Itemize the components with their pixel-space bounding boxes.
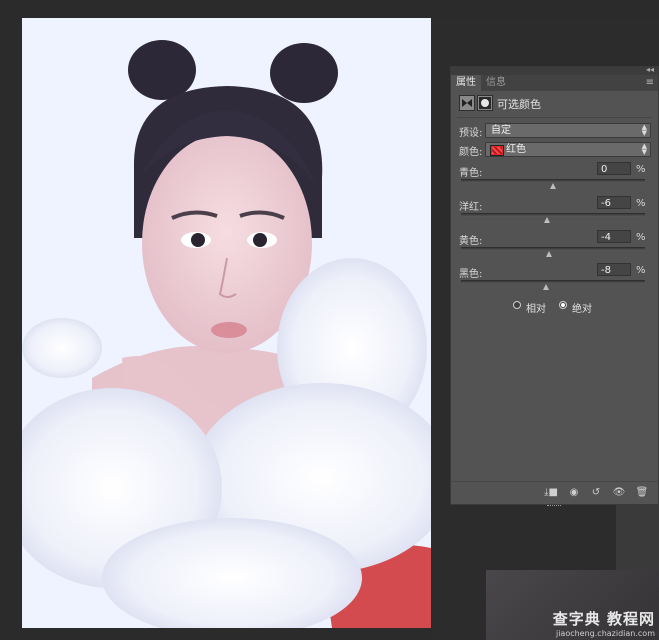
colors-dropdown[interactable]: 红色 ▲ ▼ [485, 142, 651, 157]
photo-image [22, 18, 431, 628]
colors-label: 颜色: [459, 147, 483, 158]
percent-sign: % [636, 232, 646, 243]
cyan-slider-thumb[interactable] [550, 183, 556, 189]
trash-icon[interactable]: 🗑 [635, 487, 649, 498]
magenta-slider-thumb[interactable] [544, 217, 551, 223]
black-value-field[interactable]: -8 [597, 263, 631, 276]
panel-menu-icon[interactable]: ≡ [646, 76, 654, 90]
visibility-eye-icon[interactable]: 👁 [611, 487, 627, 498]
slider-label: 黑色: [459, 269, 483, 280]
properties-panel: ◂◂ 属性 信息 ≡ 可选颜色 预设: 自定 ▲ ▼ 颜色: 红色 ▲ ▼ 青色: … [450, 65, 659, 506]
adjustment-layer-icon[interactable] [459, 95, 475, 111]
preset-value: 自定 [491, 125, 511, 136]
colors-value: 红色 [506, 144, 526, 155]
dropdown-arrows-icon: ▲ ▼ [641, 142, 647, 156]
panel-bottom-bar: ⤓■ ◉ ↺ 👁 🗑 [451, 481, 658, 504]
divider [457, 117, 652, 118]
magenta-slider-track[interactable] [461, 213, 645, 217]
layer-mask-icon[interactable] [477, 95, 493, 111]
black-slider-thumb[interactable] [542, 284, 549, 290]
panel-title-strip[interactable]: ◂◂ [451, 65, 658, 75]
yellow-value-field[interactable]: -4 [597, 230, 631, 243]
relative-radio[interactable] [513, 301, 521, 309]
cyan-value-field[interactable]: 0 [597, 162, 631, 175]
yellow-slider-thumb[interactable] [546, 251, 553, 257]
watermark-title: 查字典 教程网 [552, 610, 655, 628]
percent-sign: % [636, 265, 646, 276]
tab-properties[interactable]: 属性 [451, 75, 481, 91]
yellow-slider-track[interactable] [461, 247, 645, 251]
preset-label: 预设: [459, 128, 483, 139]
view-previous-state-icon[interactable]: ◉ [566, 487, 582, 498]
percent-sign: % [636, 198, 646, 209]
slider-label: 青色: [459, 168, 483, 179]
absolute-radio[interactable] [559, 301, 567, 309]
relative-label: 相对 [526, 304, 546, 315]
document-canvas[interactable] [22, 18, 431, 628]
absolute-label: 绝对 [572, 304, 592, 315]
panel-resize-grip[interactable] [547, 505, 561, 509]
red-swatch-icon [490, 145, 504, 156]
preset-dropdown[interactable]: 自定 ▲ ▼ [485, 123, 651, 138]
slider-label: 黄色: [459, 236, 483, 247]
tab-info[interactable]: 信息 [481, 75, 511, 91]
watermark: 查字典 教程网 jiaocheng.chazidian.com [553, 608, 655, 638]
slider-label: 洋红: [459, 202, 483, 213]
reset-icon[interactable]: ↺ [589, 487, 603, 498]
clip-to-layer-icon[interactable]: ⤓■ [543, 487, 559, 498]
magenta-value-field[interactable]: -6 [597, 196, 631, 209]
navigator-area: 查字典 教程网 jiaocheng.chazidian.com [486, 570, 659, 640]
percent-sign: % [636, 164, 646, 175]
black-slider-track[interactable] [461, 280, 645, 284]
collapse-icon[interactable]: ◂◂ [646, 65, 654, 74]
watermark-url: jiaocheng.chazidian.com [555, 629, 655, 638]
panel-tabs: 属性 信息 ≡ [451, 75, 658, 91]
adjustment-title: 可选颜色 [497, 98, 541, 111]
dropdown-arrows-icon: ▲ ▼ [641, 123, 647, 137]
